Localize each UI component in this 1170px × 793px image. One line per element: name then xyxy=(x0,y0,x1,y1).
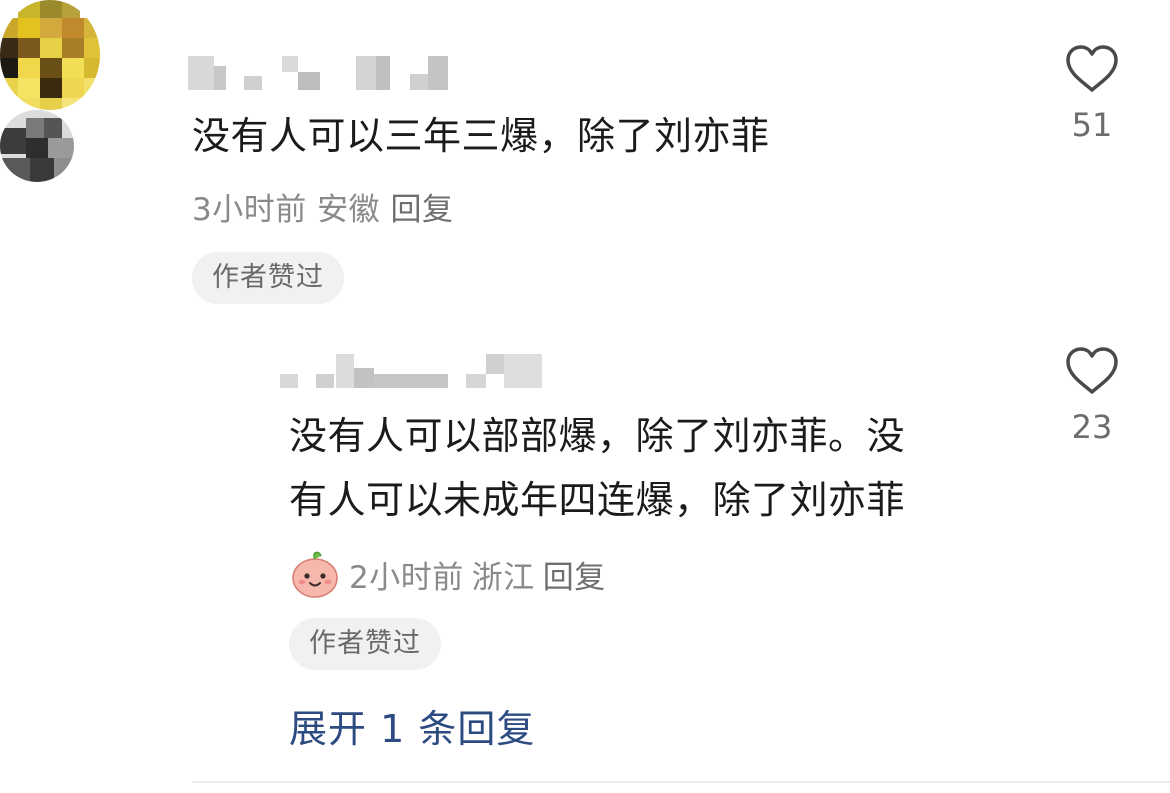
replier-avatar[interactable] xyxy=(0,110,74,182)
reply-author-liked-badge: 作者赞过 xyxy=(289,618,441,670)
comment-location: 安徽 xyxy=(317,192,381,228)
reply-reply-button[interactable]: 回复 xyxy=(543,552,606,597)
comment-text: 没有人可以三年三爆，除了刘亦菲 xyxy=(192,114,770,158)
commenter-username-blurred[interactable] xyxy=(188,56,453,92)
replier-username-blurred[interactable] xyxy=(280,354,545,390)
heart-icon[interactable] xyxy=(1064,346,1120,396)
heart-icon[interactable] xyxy=(1064,44,1120,94)
divider xyxy=(192,781,1170,783)
reply-like[interactable]: 23 xyxy=(1052,346,1132,446)
author-liked-badge: 作者赞过 xyxy=(192,252,344,304)
expand-replies-link[interactable]: 展开 1 条回复 xyxy=(289,698,535,753)
comment-reply-button[interactable]: 回复 xyxy=(390,192,453,228)
peach-emoji-icon xyxy=(292,551,338,598)
commenter-avatar[interactable] xyxy=(0,0,100,110)
reply-text-line-1: 没有人可以部部爆，除了刘亦菲。没 xyxy=(289,414,906,458)
comment-like[interactable]: 51 xyxy=(1052,44,1132,144)
reply-text-line-2: 有人可以未成年四连爆，除了刘亦菲 xyxy=(289,478,906,522)
reply-meta: 2小时前 浙江 回复 xyxy=(289,548,606,600)
reply-text: 没有人可以部部爆，除了刘亦菲。没 有人可以未成年四连爆，除了刘亦菲 xyxy=(289,404,905,532)
comment-meta: 3小时前 安徽 回复 xyxy=(192,184,453,229)
reply-location: 浙江 xyxy=(471,559,535,596)
reply-time: 2小时前 xyxy=(349,559,464,596)
comment-time: 3小时前 xyxy=(192,192,307,228)
like-count: 23 xyxy=(1071,408,1113,446)
like-count: 51 xyxy=(1071,106,1113,144)
